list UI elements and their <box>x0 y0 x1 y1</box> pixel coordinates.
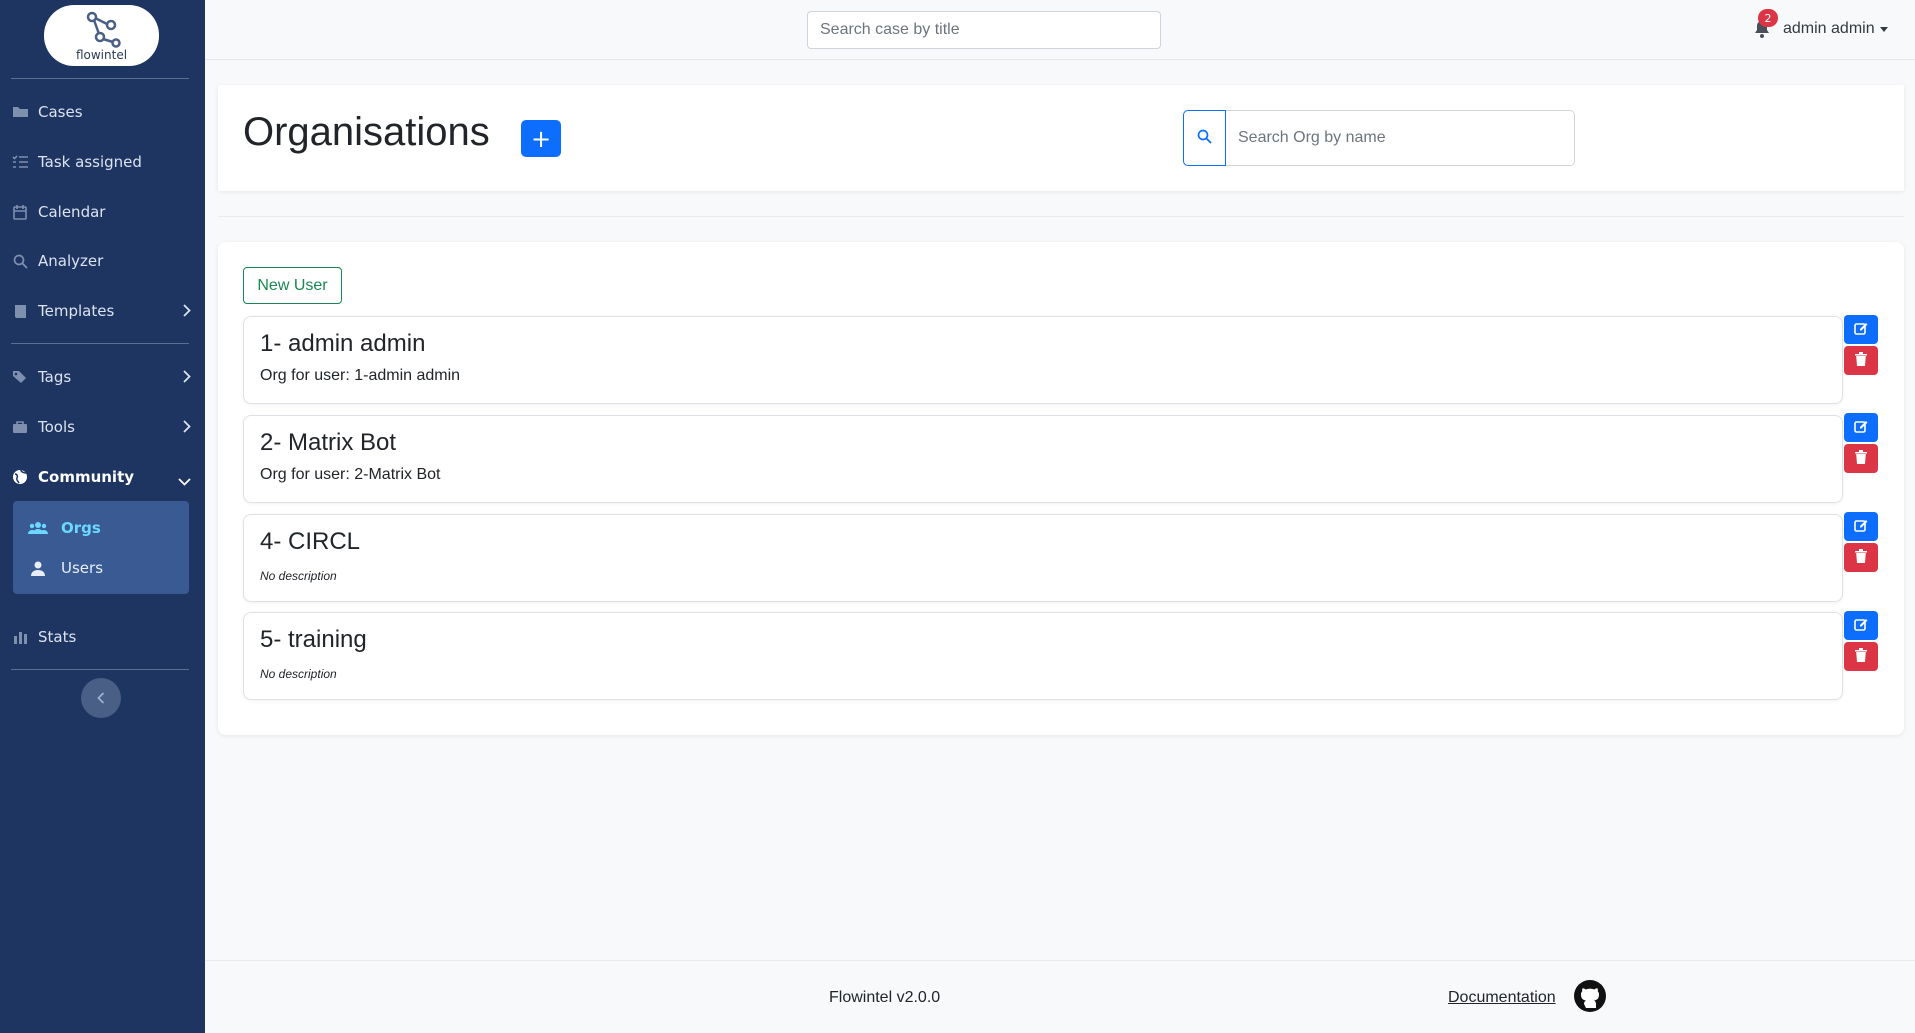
app-version: Flowintel v2.0.0 <box>829 989 941 1006</box>
bar-chart-icon <box>11 629 29 645</box>
search-icon <box>1197 129 1212 148</box>
notification-badge: 2 <box>1758 9 1778 27</box>
chevron-right-icon <box>183 419 191 437</box>
documentation-link[interactable]: Documentation <box>1448 989 1556 1007</box>
sidebar-item-tools[interactable]: Tools <box>11 412 191 442</box>
globe-icon <box>11 469 29 485</box>
sidebar-item-label: Community <box>38 468 135 486</box>
flowintel-logo-icon <box>86 11 121 48</box>
plus-icon: + <box>530 124 552 153</box>
caret-down-icon <box>1879 26 1888 32</box>
edit-org-button[interactable] <box>1844 413 1878 442</box>
org-name: 1- admin admin <box>260 330 426 357</box>
user-icon <box>28 561 48 576</box>
sidebar-divider <box>11 669 189 670</box>
book-icon <box>11 303 29 319</box>
sidebar-subitem-orgs[interactable]: Orgs <box>28 515 101 541</box>
sidebar-item-tags[interactable]: Tags <box>11 362 191 392</box>
sidebar: flowintel Cases Task assigned Calendar A… <box>0 0 205 1033</box>
delete-org-button[interactable] <box>1844 346 1878 375</box>
edit-org-button[interactable] <box>1844 512 1878 541</box>
trash-icon <box>1855 548 1867 567</box>
edit-icon <box>1854 320 1868 339</box>
sidebar-item-label: Calendar <box>38 203 106 221</box>
sidebar-divider <box>11 343 189 344</box>
task-list-icon <box>11 154 29 170</box>
sidebar-item-label: Stats <box>38 628 77 646</box>
search-icon <box>11 253 29 269</box>
org-list-card: New User 1- admin admin Org for user: 1-… <box>218 242 1904 735</box>
org-name: 2- Matrix Bot <box>260 429 397 456</box>
org-name: 4- CIRCL <box>260 528 361 555</box>
org-description: No description <box>260 569 337 583</box>
add-org-button[interactable]: + <box>521 120 561 157</box>
sidebar-item-cases[interactable]: Cases <box>11 97 191 127</box>
page-title: Organisations <box>243 110 490 154</box>
edit-icon <box>1854 616 1868 635</box>
sidebar-item-label: Templates <box>38 302 115 320</box>
org-list-item[interactable]: 1- admin admin Org for user: 1-admin adm… <box>243 316 1843 404</box>
org-list-item[interactable]: 4- CIRCL No description <box>243 514 1843 602</box>
sidebar-item-task-assigned[interactable]: Task assigned <box>11 147 191 177</box>
sidebar-subitem-label: Orgs <box>61 519 101 537</box>
org-search-group <box>1183 110 1575 166</box>
sidebar-item-analyzer[interactable]: Analyzer <box>11 246 191 276</box>
org-list-item[interactable]: 5- training No description <box>243 612 1843 700</box>
calendar-icon <box>11 204 29 220</box>
logo-text: flowintel <box>75 47 128 62</box>
folder-icon <box>11 104 29 120</box>
toolbox-icon <box>11 419 29 435</box>
sidebar-item-label: Analyzer <box>38 252 104 270</box>
github-icon[interactable] <box>1574 980 1606 1012</box>
chevron-left-icon <box>97 689 105 708</box>
edit-org-button[interactable] <box>1844 315 1878 344</box>
section-divider <box>218 216 1904 217</box>
tags-icon <box>11 369 29 385</box>
user-name: admin admin <box>1783 20 1875 37</box>
org-list-item[interactable]: 2- Matrix Bot Org for user: 2-Matrix Bot <box>243 415 1843 503</box>
org-description: No description <box>260 667 337 681</box>
sidebar-item-label: Cases <box>38 103 83 121</box>
sidebar-item-templates[interactable]: Templates <box>11 296 191 326</box>
sidebar-item-community[interactable]: Community <box>11 462 191 492</box>
trash-icon <box>1855 351 1867 370</box>
org-description: Org for user: 1-admin admin <box>260 367 461 384</box>
edit-org-button[interactable] <box>1844 611 1878 640</box>
footer: Flowintel v2.0.0 Documentation <box>205 960 1915 1033</box>
sidebar-item-label: Tags <box>38 368 72 386</box>
org-search-button[interactable] <box>1183 110 1226 166</box>
users-icon <box>28 521 48 535</box>
sidebar-subitem-label: Users <box>61 559 104 577</box>
org-name: 5- training <box>260 626 367 653</box>
org-description: Org for user: 2-Matrix Bot <box>260 466 441 483</box>
sidebar-item-label: Task assigned <box>38 153 142 171</box>
trash-icon <box>1855 647 1867 666</box>
chevron-right-icon <box>183 303 191 321</box>
page-header: Organisations + <box>218 85 1904 191</box>
new-user-button[interactable]: New User <box>243 267 342 304</box>
sidebar-item-stats[interactable]: Stats <box>11 622 191 652</box>
community-submenu: Orgs Users <box>13 501 189 594</box>
sidebar-divider <box>11 78 189 79</box>
org-search-input[interactable] <box>1226 110 1575 166</box>
trash-icon <box>1855 449 1867 468</box>
user-menu[interactable]: admin admin <box>1783 20 1888 38</box>
chevron-right-icon <box>183 369 191 387</box>
app-logo[interactable]: flowintel <box>44 5 159 66</box>
sidebar-item-label: Tools <box>38 418 75 436</box>
collapse-sidebar-button[interactable] <box>81 678 121 718</box>
delete-org-button[interactable] <box>1844 543 1878 572</box>
delete-org-button[interactable] <box>1844 444 1878 473</box>
sidebar-item-calendar[interactable]: Calendar <box>11 197 191 227</box>
topbar: 2 admin admin <box>205 0 1915 60</box>
edit-icon <box>1854 517 1868 536</box>
delete-org-button[interactable] <box>1844 642 1878 671</box>
case-search-input[interactable] <box>807 11 1161 49</box>
edit-icon <box>1854 418 1868 437</box>
chevron-down-icon <box>178 472 191 490</box>
sidebar-subitem-users[interactable]: Users <box>28 555 103 581</box>
